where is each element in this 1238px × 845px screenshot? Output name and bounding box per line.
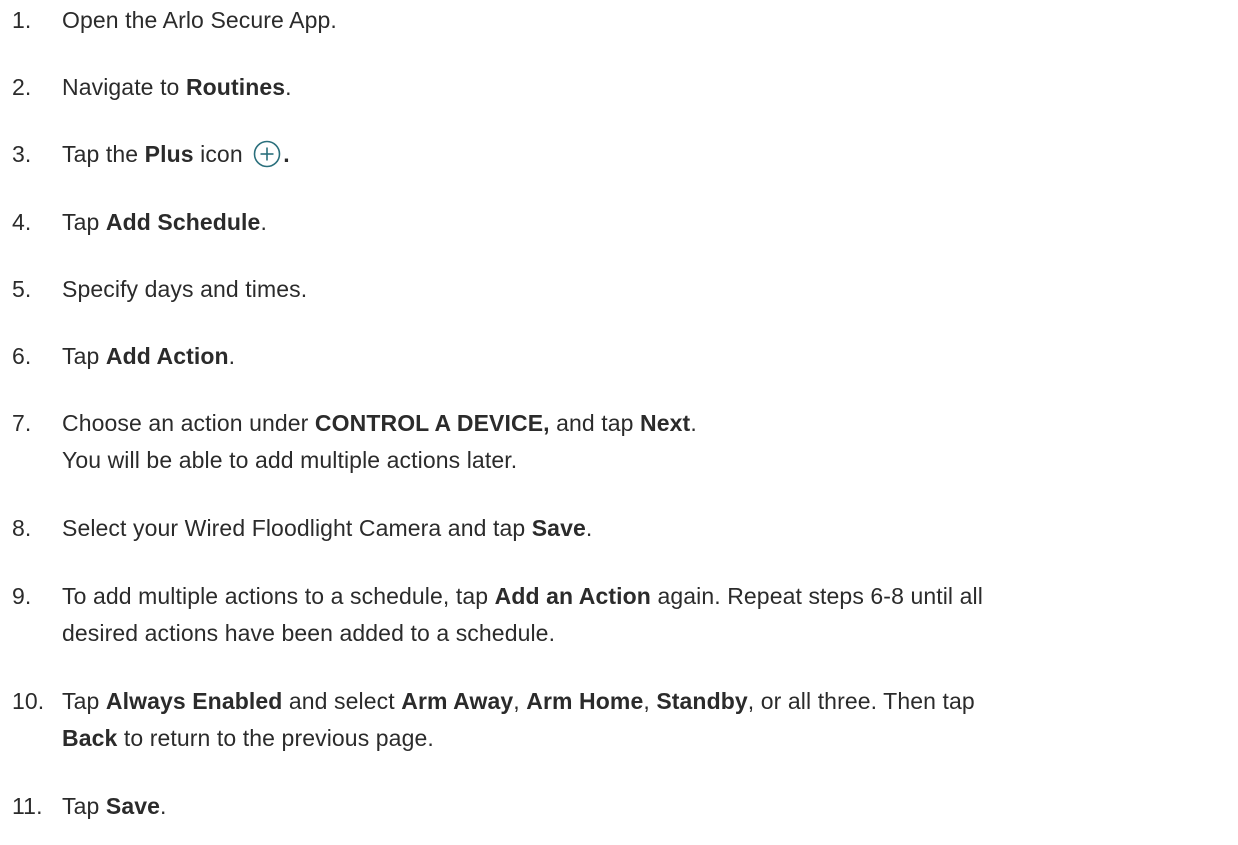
ui-term-save: Save [105, 793, 160, 819]
step-number: 3. [12, 141, 32, 167]
step-10: 10. Tap Always Enabled and select Arm Awa… [12, 683, 1227, 757]
step-text-continued: to return to the previous page. [117, 725, 434, 751]
step-text-continued: desired actions have been added to a sch… [62, 620, 556, 646]
step-2: 2. Navigate to Routines. [12, 69, 1227, 106]
ui-term-plus: Plus [144, 141, 194, 167]
step-text: Tap [62, 209, 106, 235]
step-text: and tap [549, 410, 641, 436]
step-8: 8. Select your Wired Floodlight Camera an… [12, 510, 1227, 547]
step-number: 8. [12, 515, 32, 541]
ui-term-standby: Standby [656, 688, 748, 714]
step-text: Open the Arlo Secure App. [62, 7, 337, 33]
step-text: . [160, 793, 167, 819]
ui-term-arm-away: Arm Away [401, 688, 514, 714]
ui-term-add-schedule: Add Schedule [105, 209, 261, 235]
ui-term-arm-home: Arm Home [526, 688, 644, 714]
step-note: You will be able to add multiple actions… [62, 447, 518, 473]
step-text: Tap [62, 343, 106, 369]
step-text: again. Repeat steps 6-8 until all [650, 583, 983, 609]
step-text: . [228, 343, 236, 369]
step-number: 7. [12, 410, 32, 436]
step-text: . [690, 410, 697, 436]
step-text: . [585, 515, 593, 541]
ui-term-routines: Routines [185, 74, 286, 100]
step-1: 1. Open the Arlo Secure App. [12, 2, 1227, 39]
ui-term-control-a-device: CONTROL A DEVICE, [314, 410, 550, 436]
ui-term-next: Next [640, 410, 691, 436]
step-text: . [285, 74, 292, 100]
step-text: , [513, 688, 527, 714]
step-text: Tap the [62, 141, 145, 167]
step-6: 6. Tap Add Action. [12, 338, 1227, 375]
ui-term-add-an-action: Add an Action [494, 583, 651, 609]
step-text: Tap [62, 793, 106, 819]
step-text: Tap [62, 688, 106, 714]
step-number: 9. [12, 583, 32, 609]
step-number: 6. [12, 343, 32, 369]
step-text: icon [193, 141, 250, 167]
ui-term-add-action: Add Action [105, 343, 229, 369]
step-3: 3. Tap the Plus icon . [12, 136, 1227, 173]
step-text: . [260, 209, 267, 235]
plus-circle-icon [253, 140, 281, 168]
step-text: Specify days and times. [62, 276, 308, 302]
step-text: To add multiple actions to a schedule, t… [62, 583, 495, 609]
step-number: 5. [12, 276, 32, 302]
step-number: 11. [12, 793, 43, 819]
step-7: 7. Choose an action under CONTROL A DEVIC… [12, 405, 1227, 479]
ui-term-always-enabled: Always Enabled [105, 688, 283, 714]
step-text: Choose an action under [62, 410, 315, 436]
step-number: 2. [12, 74, 32, 100]
ui-term-back: Back [62, 725, 118, 751]
step-5: 5. Specify days and times. [12, 271, 1227, 308]
step-text: . [283, 141, 290, 167]
step-11: 11. Tap Save. [12, 788, 1227, 825]
step-4: 4. Tap Add Schedule. [12, 204, 1227, 241]
instructions-page: 1. Open the Arlo Secure App. 2. Navigate t… [0, 0, 1238, 845]
ui-term-save: Save [531, 515, 586, 541]
step-text: Navigate to [62, 74, 186, 100]
step-text: and select [282, 688, 402, 714]
step-text: , [643, 688, 657, 714]
step-number: 4. [12, 209, 32, 235]
step-text: , or all three. Then tap [747, 688, 975, 714]
step-text: Select your Wired Floodlight Camera and … [62, 515, 532, 541]
step-9: 9. To add multiple actions to a schedule,… [12, 578, 1227, 652]
step-number: 10. [12, 688, 45, 714]
step-number: 1. [12, 7, 32, 33]
